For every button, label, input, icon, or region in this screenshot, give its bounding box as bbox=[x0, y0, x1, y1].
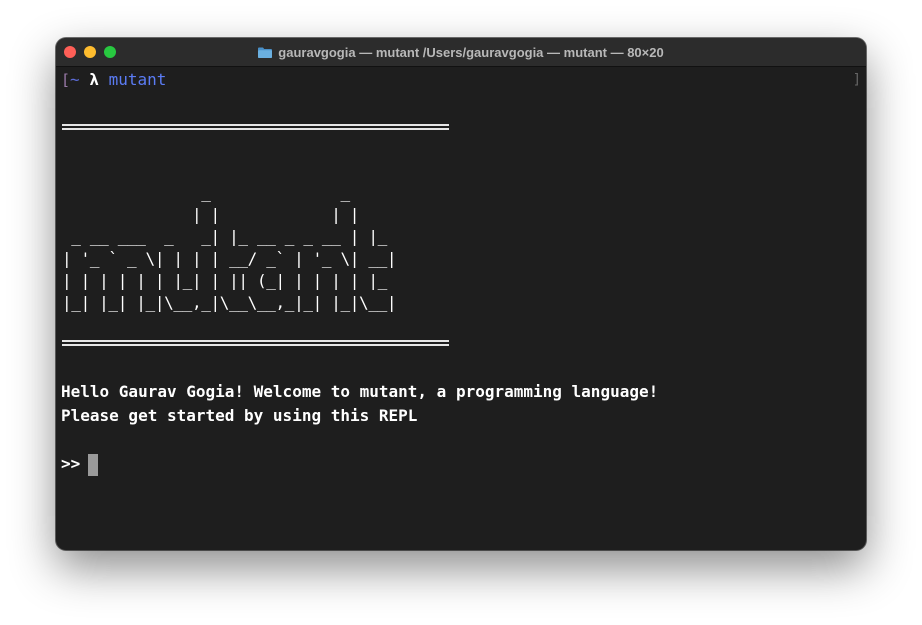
banner-bottom-rule bbox=[62, 340, 449, 346]
welcome-message: Hello Gaurav Gogia! Welcome to mutant, a… bbox=[61, 382, 659, 401]
title-bar[interactable]: gauravgogia — mutant /Users/gauravgogia … bbox=[56, 38, 866, 67]
title-wrap: gauravgogia — mutant /Users/gauravgogia … bbox=[56, 38, 866, 66]
cwd-text: ~ bbox=[70, 70, 80, 89]
repl-prompt-line[interactable]: >> bbox=[61, 452, 99, 476]
folder-icon bbox=[258, 47, 273, 58]
ascii-banner: _ _ | | | | _ __ ___ _ _| |_ __ _ _ __ |… bbox=[62, 183, 397, 312]
command-text: mutant bbox=[108, 70, 167, 89]
shell-prompt-line: [~ λ mutant] bbox=[61, 70, 861, 90]
text-cursor bbox=[88, 453, 99, 476]
banner-top-rule bbox=[62, 124, 449, 130]
prompt-symbol: λ bbox=[89, 70, 99, 89]
terminal-window: gauravgogia — mutant /Users/gauravgogia … bbox=[56, 38, 866, 550]
terminal-content[interactable]: [~ λ mutant] _ _ | | | | _ __ ___ _ _| |… bbox=[61, 68, 861, 546]
repl-prompt: >> bbox=[61, 454, 81, 473]
prompt-open-bracket: [ bbox=[61, 71, 71, 89]
prompt-close-bracket: ] bbox=[852, 72, 861, 88]
instruction-message: Please get started by using this REPL bbox=[61, 406, 418, 425]
window-title: gauravgogia — mutant /Users/gauravgogia … bbox=[278, 44, 664, 60]
